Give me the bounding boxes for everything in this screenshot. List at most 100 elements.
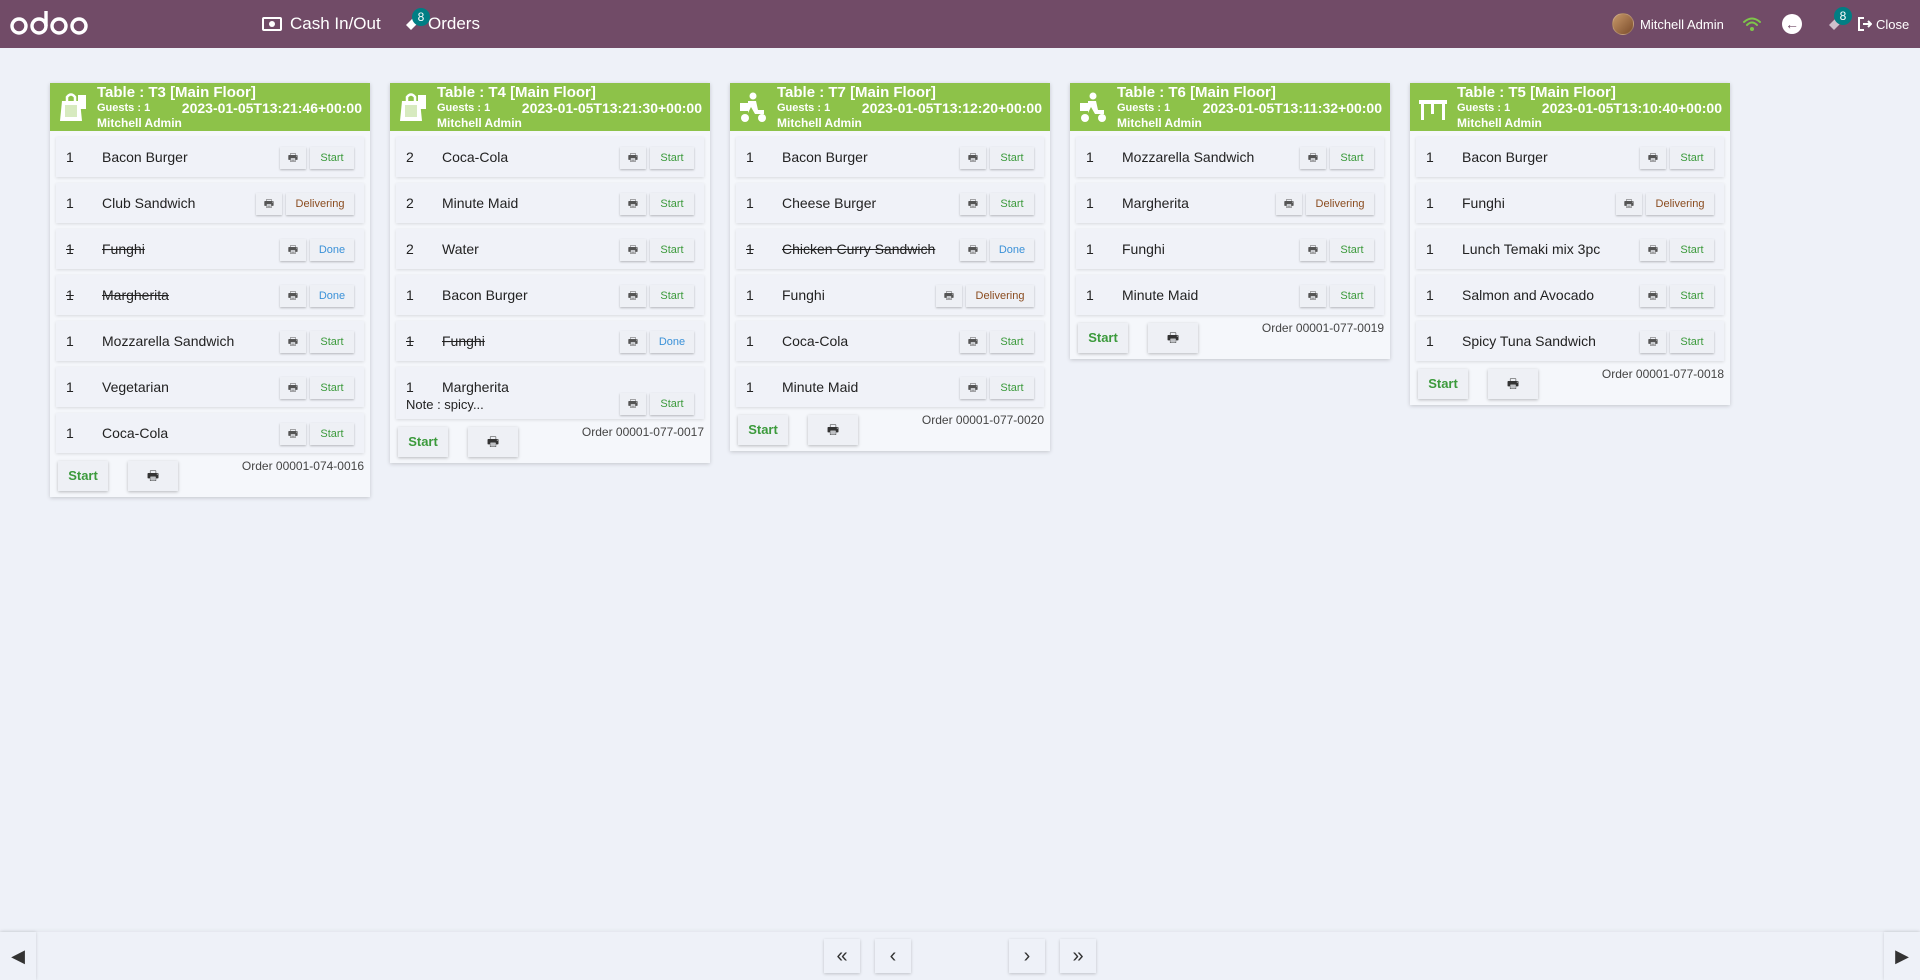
print-icon[interactable]: 🖶	[1640, 331, 1666, 353]
line-status-button[interactable]: Start	[310, 423, 354, 445]
print-icon[interactable]: 🖶	[1640, 285, 1666, 307]
order-line[interactable]: 1 Funghi 🖶 Done	[396, 321, 704, 361]
order-line[interactable]: 1 Lunch Temaki mix 3pc 🖶 Start	[1416, 229, 1724, 269]
previous-page-button[interactable]: ‹	[875, 939, 911, 973]
line-status-button[interactable]: Start	[1670, 331, 1714, 353]
line-status-button[interactable]: Start	[1330, 285, 1374, 307]
order-line[interactable]: 1 Bacon Burger 🖶 Start	[56, 137, 364, 177]
order-line[interactable]: 1 Margherita 🖶 Done	[56, 275, 364, 315]
line-status-button[interactable]: Done	[310, 285, 354, 307]
line-status-button[interactable]: Start	[650, 285, 694, 307]
start-order-button[interactable]: Start	[1418, 369, 1468, 399]
scroll-right-button[interactable]: ▶	[1884, 932, 1920, 980]
line-status-button[interactable]: Start	[310, 377, 354, 399]
next-page-button[interactable]: ›	[1009, 939, 1045, 973]
order-line[interactable]: 1 Salmon and Avocado 🖶 Start	[1416, 275, 1724, 315]
line-status-button[interactable]: Delivering	[1306, 193, 1374, 215]
print-order-button[interactable]: 🖶	[128, 461, 178, 491]
print-icon[interactable]: 🖶	[620, 393, 646, 415]
print-icon[interactable]: 🖶	[280, 147, 306, 169]
last-page-button[interactable]: »	[1060, 939, 1096, 973]
print-icon[interactable]: 🖶	[256, 193, 282, 215]
order-line[interactable]: 1 Chicken Curry Sandwich 🖶 Done	[736, 229, 1044, 269]
print-icon[interactable]: 🖶	[960, 193, 986, 215]
line-status-button[interactable]: Start	[310, 147, 354, 169]
print-icon[interactable]: 🖶	[1640, 147, 1666, 169]
line-status-button[interactable]: Done	[990, 239, 1034, 261]
user-menu[interactable]: Mitchell Admin	[1612, 0, 1724, 48]
print-icon[interactable]: 🖶	[620, 285, 646, 307]
print-icon[interactable]: 🖶	[960, 239, 986, 261]
order-line[interactable]: 1 Bacon Burger 🖶 Start	[396, 275, 704, 315]
order-line[interactable]: 1 Funghi 🖶 Done	[56, 229, 364, 269]
order-line[interactable]: 1 Club Sandwich 🖶 Delivering	[56, 183, 364, 223]
print-icon[interactable]: 🖶	[1616, 193, 1642, 215]
print-icon[interactable]: 🖶	[1300, 147, 1326, 169]
order-line[interactable]: 1 Funghi 🖶 Delivering	[1416, 183, 1724, 223]
order-line[interactable]: 1 Funghi 🖶 Delivering	[736, 275, 1044, 315]
order-line[interactable]: 1 Vegetarian 🖶 Start	[56, 367, 364, 407]
order-line[interactable]: 1 Minute Maid 🖶 Start	[736, 367, 1044, 407]
start-order-button[interactable]: Start	[738, 415, 788, 445]
line-status-button[interactable]: Start	[650, 239, 694, 261]
order-line[interactable]: 2 Water 🖶 Start	[396, 229, 704, 269]
order-line[interactable]: 1 Spicy Tuna Sandwich 🖶 Start	[1416, 321, 1724, 361]
line-status-button[interactable]: Start	[1330, 239, 1374, 261]
start-order-button[interactable]: Start	[398, 427, 448, 457]
print-order-button[interactable]: 🖶	[808, 415, 858, 445]
print-icon[interactable]: 🖶	[1276, 193, 1302, 215]
print-icon[interactable]: 🖶	[620, 331, 646, 353]
print-icon[interactable]: 🖶	[1300, 285, 1326, 307]
order-line[interactable]: 2 Minute Maid 🖶 Start	[396, 183, 704, 223]
order-line[interactable]: 1 Coca-Cola 🖶 Start	[56, 413, 364, 453]
print-icon[interactable]: 🖶	[280, 423, 306, 445]
print-icon[interactable]: 🖶	[280, 285, 306, 307]
start-order-button[interactable]: Start	[58, 461, 108, 491]
line-status-button[interactable]: Delivering	[1646, 193, 1714, 215]
back-button[interactable]: ←	[1780, 0, 1804, 48]
line-status-button[interactable]: Delivering	[286, 193, 354, 215]
line-status-button[interactable]: Start	[990, 331, 1034, 353]
line-status-button[interactable]: Delivering	[966, 285, 1034, 307]
line-status-button[interactable]: Start	[1670, 147, 1714, 169]
line-status-button[interactable]: Start	[990, 147, 1034, 169]
line-status-button[interactable]: Start	[990, 193, 1034, 215]
line-status-button[interactable]: Done	[310, 239, 354, 261]
line-status-button[interactable]: Start	[990, 377, 1034, 399]
print-icon[interactable]: 🖶	[280, 239, 306, 261]
order-line[interactable]: 1 Coca-Cola 🖶 Start	[736, 321, 1044, 361]
order-line[interactable]: 1 Margherita Note : spicy... 🖶 Start	[396, 367, 704, 419]
cash-in-out-button[interactable]: Cash In/Out	[262, 0, 381, 48]
print-icon[interactable]: 🖶	[960, 331, 986, 353]
print-icon[interactable]: 🖶	[620, 193, 646, 215]
orders-button[interactable]: 8 Orders	[404, 0, 480, 48]
print-order-button[interactable]: 🖶	[468, 427, 518, 457]
wifi-icon[interactable]	[1740, 0, 1764, 48]
print-icon[interactable]: 🖶	[1300, 239, 1326, 261]
order-line[interactable]: 1 Minute Maid 🖶 Start	[1076, 275, 1384, 315]
print-icon[interactable]: 🖶	[960, 147, 986, 169]
line-status-button[interactable]: Done	[650, 331, 694, 353]
scroll-left-button[interactable]: ◀	[0, 932, 36, 980]
print-icon[interactable]: 🖶	[280, 377, 306, 399]
first-page-button[interactable]: «	[824, 939, 860, 973]
print-icon[interactable]: 🖶	[620, 239, 646, 261]
print-order-button[interactable]: 🖶	[1488, 369, 1538, 399]
order-line[interactable]: 1 Mozzarella Sandwich 🖶 Start	[1076, 137, 1384, 177]
order-line[interactable]: 1 Bacon Burger 🖶 Start	[1416, 137, 1724, 177]
order-line[interactable]: 1 Cheese Burger 🖶 Start	[736, 183, 1044, 223]
print-icon[interactable]: 🖶	[280, 331, 306, 353]
line-status-button[interactable]: Start	[1670, 239, 1714, 261]
header-orders-button[interactable]: 8	[1820, 0, 1852, 48]
start-order-button[interactable]: Start	[1078, 323, 1128, 353]
print-icon[interactable]: 🖶	[960, 377, 986, 399]
print-icon[interactable]: 🖶	[936, 285, 962, 307]
line-status-button[interactable]: Start	[650, 147, 694, 169]
line-status-button[interactable]: Start	[650, 193, 694, 215]
order-line[interactable]: 1 Mozzarella Sandwich 🖶 Start	[56, 321, 364, 361]
order-line[interactable]: 2 Coca-Cola 🖶 Start	[396, 137, 704, 177]
print-icon[interactable]: 🖶	[1640, 239, 1666, 261]
order-line[interactable]: 1 Funghi 🖶 Start	[1076, 229, 1384, 269]
order-line[interactable]: 1 Margherita 🖶 Delivering	[1076, 183, 1384, 223]
line-status-button[interactable]: Start	[310, 331, 354, 353]
